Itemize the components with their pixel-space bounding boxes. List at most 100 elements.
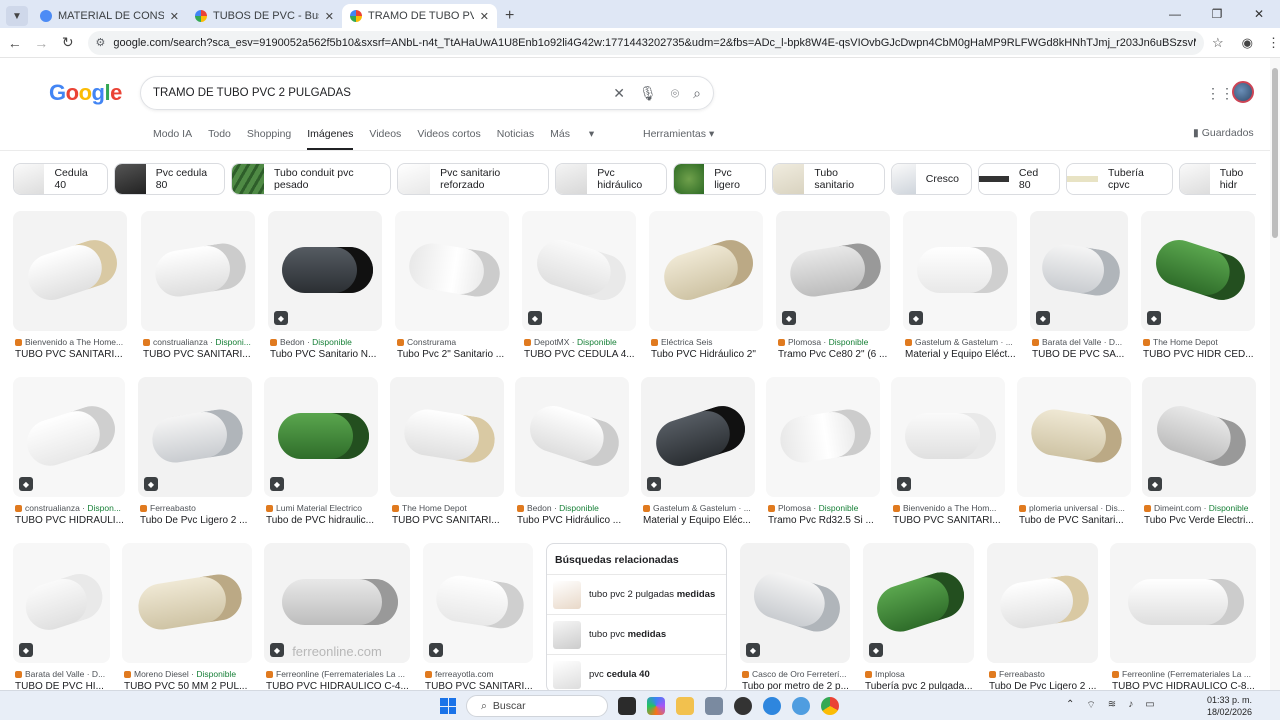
network-icon[interactable]: ⌔ — [1086, 699, 1095, 712]
taskbar-clock[interactable]: 01:33 p. m. 18/02/2026 — [1207, 694, 1252, 718]
result-source[interactable]: Lumi Material Electrico — [266, 503, 378, 513]
result-caption[interactable]: Tubo De Pvc Ligero 2 ... — [140, 515, 252, 526]
chip[interactable]: Pvc sanitario reforzado — [397, 163, 549, 195]
result-source[interactable]: Bienvenido a The Hom... — [893, 503, 1005, 513]
result-thumbnail[interactable]: ◆ — [1030, 211, 1128, 331]
result-caption[interactable]: Tramo Pvc Ce80 2" (6 ... — [778, 349, 890, 360]
result-caption[interactable]: TUBO PVC HIDRAULI... — [15, 515, 125, 526]
tab-modo-ia[interactable]: Modo IA — [153, 128, 192, 151]
tab-videos[interactable]: Videos — [369, 128, 401, 151]
tab-search-menu-icon[interactable]: ▼ — [6, 6, 28, 26]
result-source[interactable]: Plomosa · Disponible — [768, 503, 880, 513]
result-caption[interactable]: TUBO PVC SANITARI... — [392, 515, 504, 526]
result-source[interactable]: Plomosa · Disponible — [778, 337, 890, 347]
result-thumbnail[interactable]: ◆ — [1141, 211, 1255, 331]
related-search-item[interactable]: tubo pvc medidas — [547, 614, 726, 654]
result-thumbnail[interactable]: ◆ — [641, 377, 755, 497]
app-icon[interactable] — [734, 697, 752, 715]
url-bar[interactable]: ⚙ google.com/search?sca_esv=9190052a562f… — [87, 30, 1204, 55]
back-arrow-icon[interactable]: ← — [3, 35, 27, 51]
chip[interactable]: Pvc ligero — [673, 163, 766, 195]
search-input[interactable]: TRAMO DE TUBO PVC 2 PULGADAS — [153, 87, 599, 99]
result-source[interactable]: DepotMX · Disponible — [524, 337, 636, 347]
result-caption[interactable]: Tubo Pvc 2" Sanitario ... — [397, 349, 509, 360]
result-thumbnail[interactable]: ferreonline.com ◆ — [264, 543, 410, 663]
chip[interactable]: Pvc hidráulico — [555, 163, 667, 195]
result-thumbnail[interactable]: ◆ — [740, 543, 850, 663]
result-thumbnail[interactable]: ◆ — [1142, 377, 1256, 497]
result-source[interactable]: Ferreonline (Ferremateriales La ... — [266, 669, 410, 679]
result-caption[interactable]: TUBO PVC HIDR CED... — [1143, 349, 1255, 360]
taskbar-search[interactable]: ⌕ Buscar — [466, 695, 608, 717]
result-caption[interactable]: Tubo de PVC hidraulic... — [266, 515, 378, 526]
result-source[interactable]: Bedon · Disponible — [270, 337, 382, 347]
tab-close-icon[interactable]: ✕ — [170, 10, 179, 23]
volume-icon[interactable]: ♪ — [1128, 699, 1133, 712]
camera-lens-icon[interactable]: ⌾ — [671, 85, 679, 102]
chip[interactable]: Pvc cedula 80 — [114, 163, 225, 195]
result-thumbnail[interactable]: ◆ — [903, 211, 1017, 331]
bookmark-star-icon[interactable]: ☆ — [1212, 35, 1224, 51]
close-window-icon[interactable]: ✕ — [1238, 0, 1280, 28]
result-thumbnail[interactable] — [649, 211, 763, 331]
result-source[interactable]: The Home Depot — [392, 503, 504, 513]
result-source[interactable]: Bedon · Disponible — [517, 503, 629, 513]
app-icon[interactable] — [792, 697, 810, 715]
result-caption[interactable]: TUBO PVC SANITARI... — [15, 349, 127, 360]
tab-mas[interactable]: Más ▾ — [550, 128, 594, 151]
result-source[interactable]: Casco de Oro Ferreterí... — [742, 669, 850, 679]
result-thumbnail[interactable] — [987, 543, 1098, 663]
avatar[interactable] — [1232, 81, 1254, 103]
forward-arrow-icon[interactable]: → — [30, 35, 54, 51]
result-source[interactable]: ferreayotla.com — [425, 669, 533, 679]
result-source[interactable]: Ferreonline (Ferremateriales La ... — [1112, 669, 1256, 679]
result-source[interactable]: Dimeint.com · Disponible — [1144, 503, 1256, 513]
tab-videos-cortos[interactable]: Videos cortos — [417, 128, 480, 151]
profile-icon[interactable]: ◉ — [1242, 35, 1253, 51]
chip[interactable]: Cresco — [891, 163, 972, 195]
new-tab-button[interactable]: + — [505, 7, 514, 25]
result-caption[interactable]: Tubo PVC Hidráulico 2" — [651, 349, 763, 360]
result-thumbnail[interactable] — [1110, 543, 1256, 663]
battery-icon[interactable]: ▭ — [1145, 699, 1154, 712]
result-thumbnail[interactable] — [122, 543, 252, 663]
browser-menu-icon[interactable]: ⋮ — [1267, 35, 1280, 51]
result-caption[interactable]: TUBO PVC SANITARI... — [893, 515, 1005, 526]
result-thumbnail[interactable]: ◆ — [13, 377, 125, 497]
maximize-icon[interactable]: ❐ — [1196, 0, 1238, 28]
result-source[interactable]: Bienvenido a The Home... — [15, 337, 127, 347]
tab-todo[interactable]: Todo — [208, 128, 231, 151]
browser-tab-2[interactable]: TUBOS DE PVC - Buscar con Go ✕ — [187, 4, 342, 28]
tab-close-icon[interactable]: ✕ — [480, 10, 489, 23]
result-thumbnail[interactable]: ◆ — [138, 377, 252, 497]
site-info-icon[interactable]: ⚙ — [96, 36, 106, 49]
tab-imagenes[interactable]: Imágenes — [307, 128, 354, 151]
chip[interactable]: Tubo hidr — [1179, 163, 1256, 195]
result-caption[interactable]: Tubo de PVC Sanitari... — [1019, 515, 1131, 526]
chip[interactable]: Tubo conduit pvc pesado — [231, 163, 391, 195]
scrollbar-thumb[interactable] — [1272, 68, 1278, 238]
minimize-icon[interactable]: — — [1154, 0, 1196, 28]
guardados-button[interactable]: ▮ Guardados — [1193, 127, 1254, 139]
result-thumbnail[interactable]: ◆ — [891, 377, 1005, 497]
result-caption[interactable]: Tubo Pvc Verde Electri... — [1144, 515, 1256, 526]
windows-start-icon[interactable] — [440, 698, 456, 714]
result-caption[interactable]: Material y Equipo Eléct... — [905, 349, 1017, 360]
result-thumbnail[interactable] — [13, 211, 127, 331]
result-thumbnail[interactable]: ◆ — [268, 211, 382, 331]
related-search-item[interactable]: pvc cedula 40 — [547, 654, 726, 692]
result-caption[interactable]: Tramo Pvc Rd32.5 Si ... — [768, 515, 880, 526]
settings-icon[interactable] — [705, 697, 723, 715]
browser-tab-1[interactable]: MATERIAL DE CONSTRUCCIÓN ✕ — [32, 4, 187, 28]
result-source[interactable]: Gastelum & Gastelum · ... — [643, 503, 755, 513]
result-source[interactable]: construalianza · Disponi... — [143, 337, 255, 347]
tab-shopping[interactable]: Shopping — [247, 128, 291, 151]
file-explorer-icon[interactable] — [676, 697, 694, 715]
result-thumbnail[interactable] — [515, 377, 629, 497]
result-thumbnail[interactable]: ◆ — [13, 543, 110, 663]
search-icon[interactable]: ⌕ — [693, 85, 701, 102]
result-caption[interactable]: Tubo PVC Sanitario N... — [270, 349, 382, 360]
result-caption[interactable]: TUBO PVC SANITARI... — [143, 349, 255, 360]
microphone-icon[interactable]: 🎙 — [639, 85, 657, 102]
result-caption[interactable]: TUBO PVC CEDULA 4... — [524, 349, 636, 360]
